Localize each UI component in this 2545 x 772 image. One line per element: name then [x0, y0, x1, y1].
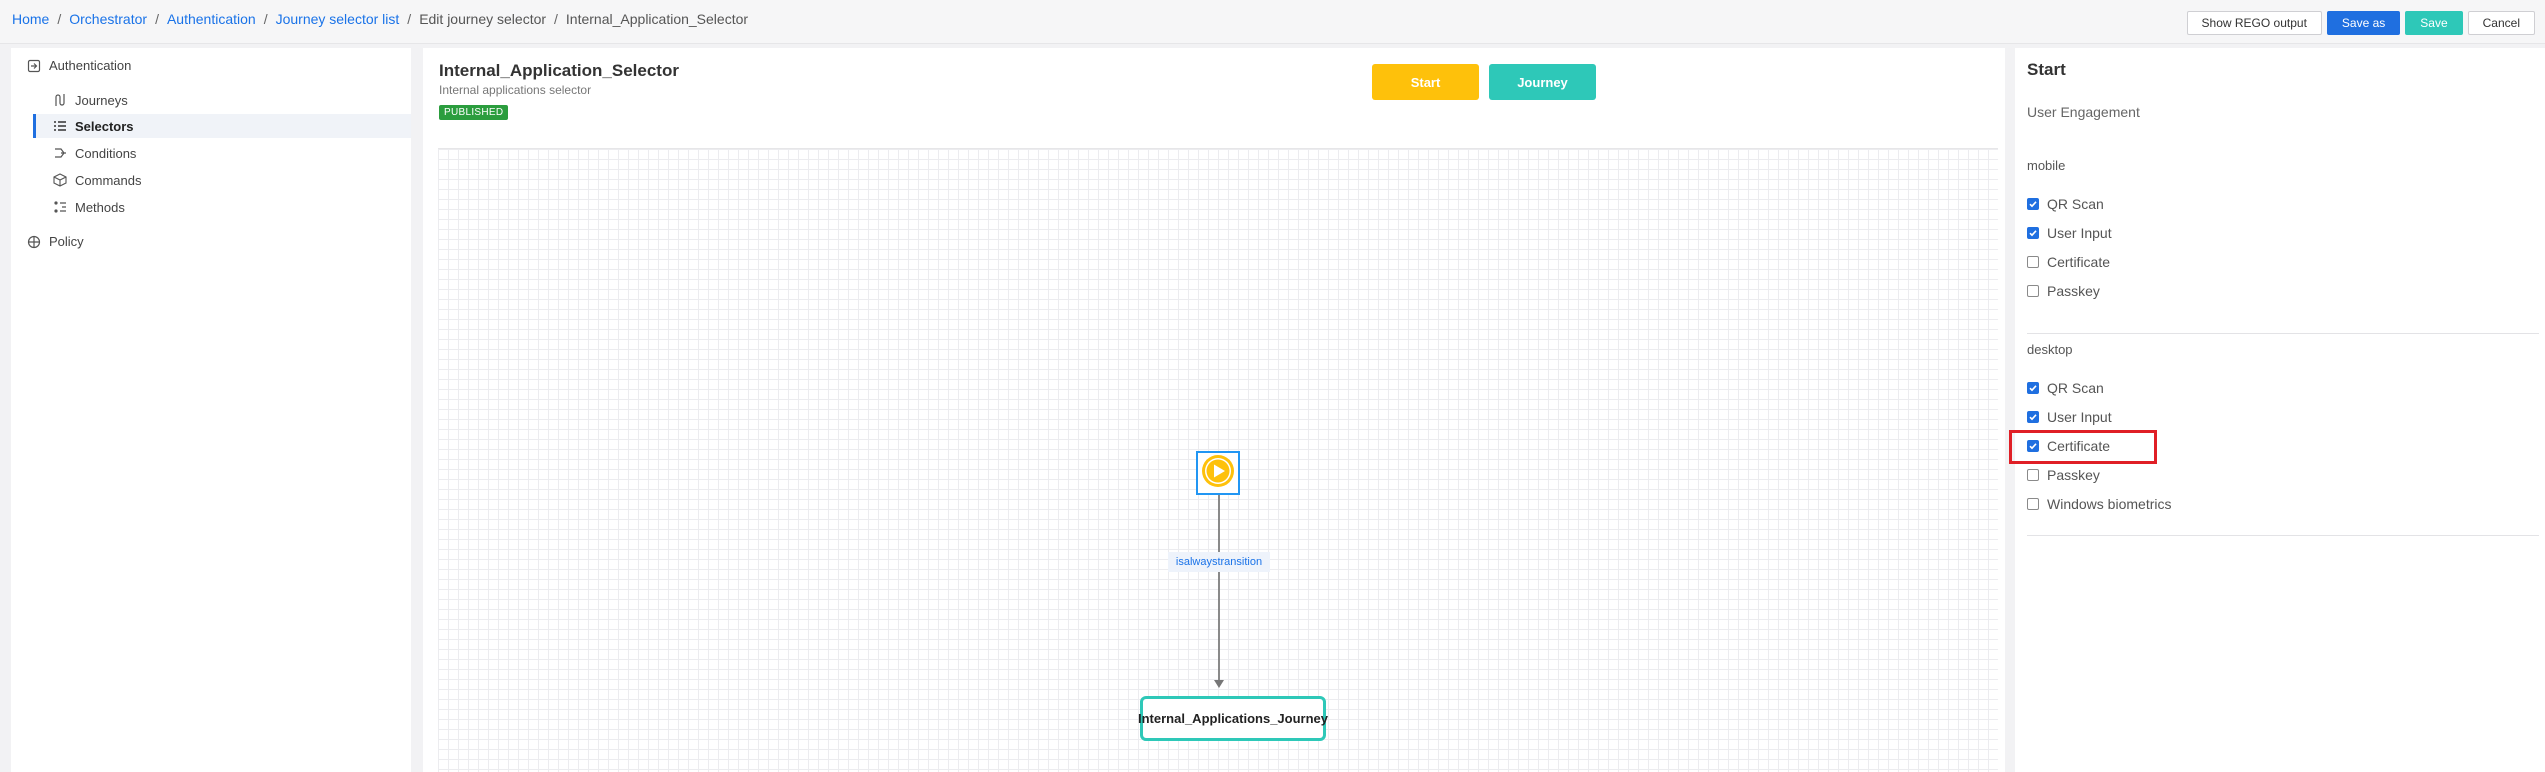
sidebar-section-label: Authentication — [49, 58, 132, 73]
checkbox[interactable] — [2027, 285, 2039, 297]
sidebar-item-label: Conditions — [75, 145, 137, 161]
mobile-qr-scan-option[interactable]: QR Scan — [2027, 195, 2104, 213]
journey-selector-editor: Internal_Application_Selector Internal a… — [423, 48, 2005, 772]
status-badge: PUBLISHED — [439, 105, 509, 120]
sidebar-item-label: Selectors — [75, 118, 134, 134]
breadcrumb-separator: / — [263, 11, 268, 27]
selector-subtitle: Internal applications selector — [439, 83, 592, 97]
divider — [2027, 535, 2539, 536]
login-icon — [27, 59, 41, 73]
sidebar-section-authentication[interactable]: Authentication — [27, 58, 131, 73]
journey-icon — [53, 93, 67, 107]
mobile-passkey-option[interactable]: Passkey — [2027, 282, 2100, 300]
properties-panel: Start User Engagement mobile QR Scan User… — [2015, 48, 2545, 772]
checkbox-label: User Input — [2047, 409, 2112, 425]
checkbox[interactable] — [2027, 256, 2039, 268]
highlight-box — [2009, 430, 2157, 464]
checkbox-label: QR Scan — [2047, 380, 2104, 396]
breadcrumb-authentication[interactable]: Authentication — [167, 11, 256, 27]
sidebar-section-label: Policy — [49, 234, 84, 249]
sidebar-item-commands[interactable]: Commands — [33, 168, 411, 192]
breadcrumb-journey-selector-list[interactable]: Journey selector list — [276, 11, 400, 27]
checkbox-label: Windows biometrics — [2047, 496, 2172, 512]
sidebar-item-methods[interactable]: Methods — [33, 195, 411, 219]
edge-label[interactable]: isalwaystransition — [1168, 552, 1270, 572]
breadcrumb: Home / Orchestrator / Authentication / J… — [12, 11, 748, 27]
conditions-icon — [53, 146, 67, 160]
desktop-windows-biometrics-option[interactable]: Windows biometrics — [2027, 495, 2171, 513]
toolbar-actions: Show REGO output Save as Save Cancel — [2186, 11, 2535, 35]
panel-title: Start — [2027, 60, 2066, 79]
breadcrumb-edit-journey-selector: Edit journey selector — [419, 11, 547, 27]
arrow-head — [1214, 680, 1224, 688]
desktop-qr-scan-option[interactable]: QR Scan — [2027, 379, 2104, 397]
checkbox-checked[interactable] — [2027, 382, 2039, 394]
methods-icon — [53, 200, 67, 214]
cancel-button[interactable]: Cancel — [2467, 11, 2535, 35]
journey-node[interactable]: Internal_Applications_Journey — [1138, 696, 1328, 741]
sidebar-item-journeys[interactable]: Journeys — [33, 88, 411, 112]
breadcrumb-separator: / — [407, 11, 412, 27]
checkbox-label: QR Scan — [2047, 196, 2104, 212]
breadcrumb-separator: / — [554, 11, 558, 27]
checkbox-checked[interactable] — [2027, 198, 2039, 210]
checkbox-checked[interactable] — [2027, 411, 2039, 423]
breadcrumb-separator: / — [155, 11, 159, 27]
group-label-mobile: mobile — [2027, 158, 2066, 173]
desktop-passkey-option[interactable]: Passkey — [2027, 466, 2100, 484]
panel-subtitle: User Engagement — [2027, 104, 2140, 120]
breadcrumb-home[interactable]: Home — [12, 11, 49, 27]
edge-line — [1218, 495, 1220, 552]
checkbox-label: Certificate — [2047, 254, 2111, 270]
sidebar-item-label: Commands — [75, 172, 142, 188]
checkbox-label: Passkey — [2047, 467, 2100, 483]
selector-icon — [53, 119, 67, 133]
breadcrumb-current: Internal_Application_Selector — [565, 11, 749, 27]
diagram-canvas[interactable]: isalwaystransition Internal_Applications… — [438, 148, 1998, 772]
save-as-button[interactable]: Save as — [2326, 11, 2401, 35]
edge-line — [1218, 572, 1220, 680]
group-label-desktop: desktop — [2027, 342, 2073, 357]
selector-title: Internal_Application_Selector — [439, 61, 679, 80]
sidebar: Authentication Journeys Selectors Condit… — [11, 48, 411, 772]
divider — [2027, 333, 2539, 334]
breadcrumb-orchestrator[interactable]: Orchestrator — [69, 11, 147, 27]
sidebar-item-conditions[interactable]: Conditions — [33, 141, 411, 165]
start-node[interactable] — [1196, 451, 1240, 495]
checkbox-label: Passkey — [2047, 283, 2100, 299]
save-button[interactable]: Save — [2405, 11, 2463, 35]
sidebar-item-selectors[interactable]: Selectors — [33, 114, 411, 138]
desktop-user-input-option[interactable]: User Input — [2027, 408, 2112, 426]
checkbox[interactable] — [2027, 469, 2039, 481]
show-rego-output-button[interactable]: Show REGO output — [2186, 11, 2322, 35]
checkbox[interactable] — [2027, 498, 2039, 510]
sidebar-item-label: Journeys — [75, 92, 128, 108]
mobile-user-input-option[interactable]: User Input — [2027, 224, 2112, 242]
sidebar-item-label: Methods — [75, 199, 125, 215]
play-icon — [1199, 452, 1237, 495]
mobile-certificate-option[interactable]: Certificate — [2027, 253, 2110, 271]
commands-icon — [53, 173, 67, 187]
policy-icon — [27, 235, 41, 249]
checkbox-label: User Input — [2047, 225, 2112, 241]
top-bar: Home / Orchestrator / Authentication / J… — [0, 0, 2545, 44]
breadcrumb-separator: / — [57, 11, 62, 27]
start-node-button[interactable]: Start — [1372, 64, 1479, 100]
checkbox-checked[interactable] — [2027, 227, 2039, 239]
journey-node-button[interactable]: Journey — [1489, 64, 1596, 100]
sidebar-section-policy[interactable]: Policy — [27, 234, 84, 249]
